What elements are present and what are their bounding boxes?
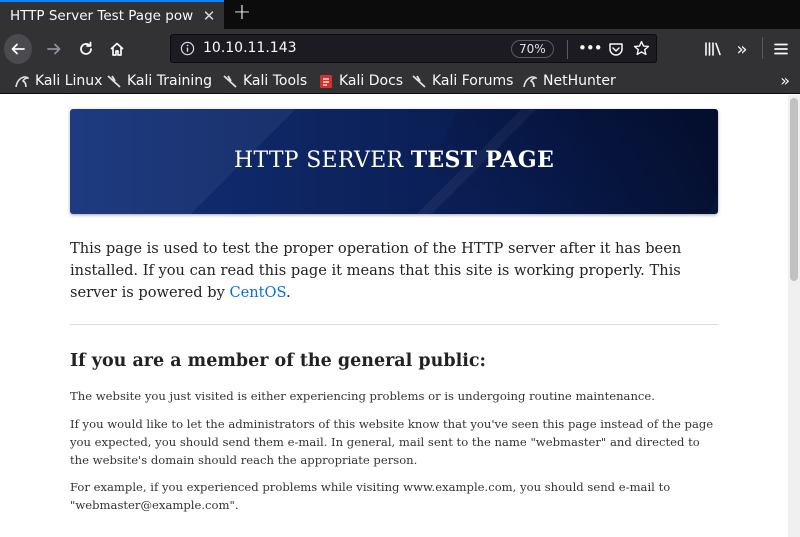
pocket-icon[interactable] <box>608 41 624 61</box>
back-button[interactable] <box>4 34 32 64</box>
kali-dragon-icon <box>222 73 238 89</box>
bookmark-kali-linux[interactable]: Kali Linux <box>14 71 102 91</box>
bookmark-label: Kali Training <box>127 73 212 89</box>
forward-arrow-icon <box>47 43 61 55</box>
bookmark-nethunter[interactable]: NetHunter <box>522 71 616 91</box>
centos-link[interactable]: CentOS <box>229 284 286 301</box>
kali-dragon-icon <box>14 73 30 89</box>
bookmarks-toolbar: Kali Linux Kali Training Kali Tools Kali… <box>0 68 800 94</box>
main-menu-button[interactable] <box>767 35 795 63</box>
intro-paragraph: This page is used to test the proper ope… <box>70 238 718 304</box>
bookmark-label: Kali Docs <box>339 73 404 89</box>
url-text[interactable]: 10.10.11.143 <box>203 40 297 56</box>
navigation-toolbar: 10.10.11.143 70% ••• » <box>0 29 800 68</box>
page-viewport: HTTP SERVER TEST PAGE This page is used … <box>0 95 800 537</box>
banner-title-bold: TEST PAGE <box>410 147 555 173</box>
intro-text: This page is used to test the proper ope… <box>70 240 682 301</box>
close-icon[interactable]: ✕ <box>200 7 218 25</box>
double-chevron-icon: » <box>736 38 748 60</box>
library-icon <box>705 42 721 56</box>
section-heading-public: If you are a member of the general publi… <box>70 351 486 371</box>
page-actions-icon[interactable]: ••• <box>578 39 603 57</box>
new-tab-icon[interactable]: + <box>230 2 254 26</box>
scrollbar-thumb[interactable] <box>790 98 798 281</box>
back-arrow-icon <box>4 34 32 64</box>
kali-docs-icon <box>318 73 334 89</box>
url-divider <box>567 40 568 59</box>
bookmark-kali-tools[interactable]: Kali Tools <box>222 71 307 91</box>
bookmark-label: Kali Tools <box>243 73 308 89</box>
tab-strip: HTTP Server Test Page pow ✕ + <box>0 0 800 29</box>
intro-end: . <box>286 284 291 301</box>
bookmark-kali-forums[interactable]: Kali Forums <box>411 71 513 91</box>
bookmark-kali-training[interactable]: Kali Training <box>106 71 212 91</box>
scrollbar-track[interactable] <box>788 95 800 537</box>
bookmark-label: Kali Linux <box>35 73 103 89</box>
forward-button[interactable] <box>40 35 68 63</box>
hamburger-menu-icon <box>774 43 788 55</box>
home-icon <box>110 42 124 56</box>
kali-dragon-icon <box>522 73 538 89</box>
tab-title: HTTP Server Test Page pow <box>10 7 194 24</box>
banner-title-light: HTTP SERVER <box>233 148 411 173</box>
kali-dragon-icon <box>411 73 427 89</box>
reload-button[interactable] <box>72 35 100 63</box>
public-paragraph-2: If you would like to let the administrat… <box>70 417 714 467</box>
zoom-level-badge[interactable]: 70% <box>511 40 554 58</box>
library-button[interactable] <box>699 35 727 63</box>
bookmark-label: NetHunter <box>543 73 616 89</box>
section-divider <box>70 324 718 325</box>
info-icon[interactable] <box>180 41 195 60</box>
bookmark-kali-docs[interactable]: Kali Docs <box>318 71 403 91</box>
tab-active[interactable]: HTTP Server Test Page pow ✕ <box>0 0 224 29</box>
bookmark-star-icon[interactable] <box>633 40 650 61</box>
url-bar[interactable]: 10.10.11.143 70% ••• <box>170 34 657 63</box>
bookmarks-overflow-icon[interactable]: » <box>780 71 790 90</box>
public-paragraph-3: For example, if you experienced problems… <box>70 480 671 512</box>
banner-title: HTTP SERVER TEST PAGE <box>70 147 718 173</box>
reload-icon <box>80 41 92 55</box>
toolbar-divider <box>762 37 763 59</box>
page-banner: HTTP SERVER TEST PAGE <box>70 109 718 214</box>
bookmark-label: Kali Forums <box>432 73 514 89</box>
overflow-menu-button[interactable]: » <box>728 35 756 63</box>
kali-dragon-icon <box>106 73 122 89</box>
public-paragraph-1: The website you just visited is either e… <box>70 389 655 403</box>
home-button[interactable] <box>103 35 131 63</box>
